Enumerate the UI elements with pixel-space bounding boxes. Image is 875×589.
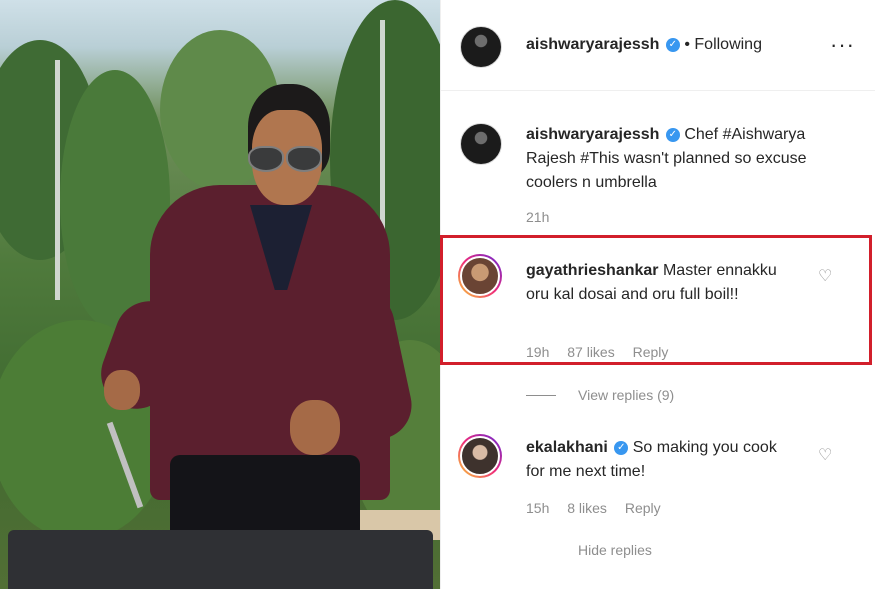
highlight-box — [440, 235, 872, 365]
comment-likes[interactable]: 8 likes — [567, 500, 607, 516]
verified-badge-icon: ✓ — [665, 127, 680, 142]
header-username[interactable]: aishwaryarajessh — [526, 36, 659, 53]
post-photo[interactable] — [0, 0, 440, 589]
hide-replies-button[interactable]: Hide replies — [578, 542, 652, 558]
photo-griddle — [8, 530, 433, 589]
reply-button[interactable]: Reply — [625, 500, 661, 516]
photo-person-hand — [290, 400, 340, 455]
post-header: aishwaryarajessh ✓ • Following — [526, 36, 762, 54]
more-options-icon[interactable]: ··· — [830, 32, 855, 58]
header-avatar[interactable] — [460, 26, 502, 68]
caption-time[interactable]: 21h — [526, 209, 549, 225]
header-divider — [441, 90, 875, 91]
caption-avatar[interactable] — [460, 123, 502, 165]
comment-username[interactable]: ekalakhani — [526, 439, 608, 456]
photo-person-hand — [104, 370, 140, 410]
like-heart-icon[interactable]: ♡ — [818, 445, 832, 465]
header-separator: • — [684, 36, 690, 53]
comment-meta: 15h 8 likes Reply — [526, 500, 675, 516]
verified-badge-icon: ✓ — [614, 440, 629, 455]
photo-sunglasses — [248, 146, 322, 172]
caption-username[interactable]: aishwaryarajessh — [526, 126, 659, 143]
comment-time[interactable]: 15h — [526, 500, 549, 516]
comment-text-block: ekalakhani ✓ So making you cook for me n… — [526, 436, 796, 484]
caption-text-block: aishwaryarajessh ✓ Chef #Aishwarya Rajes… — [526, 123, 826, 195]
photo-trunk — [55, 60, 60, 300]
view-replies-button[interactable]: View replies (9) — [578, 387, 674, 403]
following-button[interactable]: Following — [694, 36, 762, 53]
caption-meta: 21h — [526, 209, 563, 225]
verified-badge-icon: ✓ — [665, 37, 680, 52]
comment-avatar[interactable] — [458, 434, 502, 478]
replies-line — [526, 395, 556, 396]
